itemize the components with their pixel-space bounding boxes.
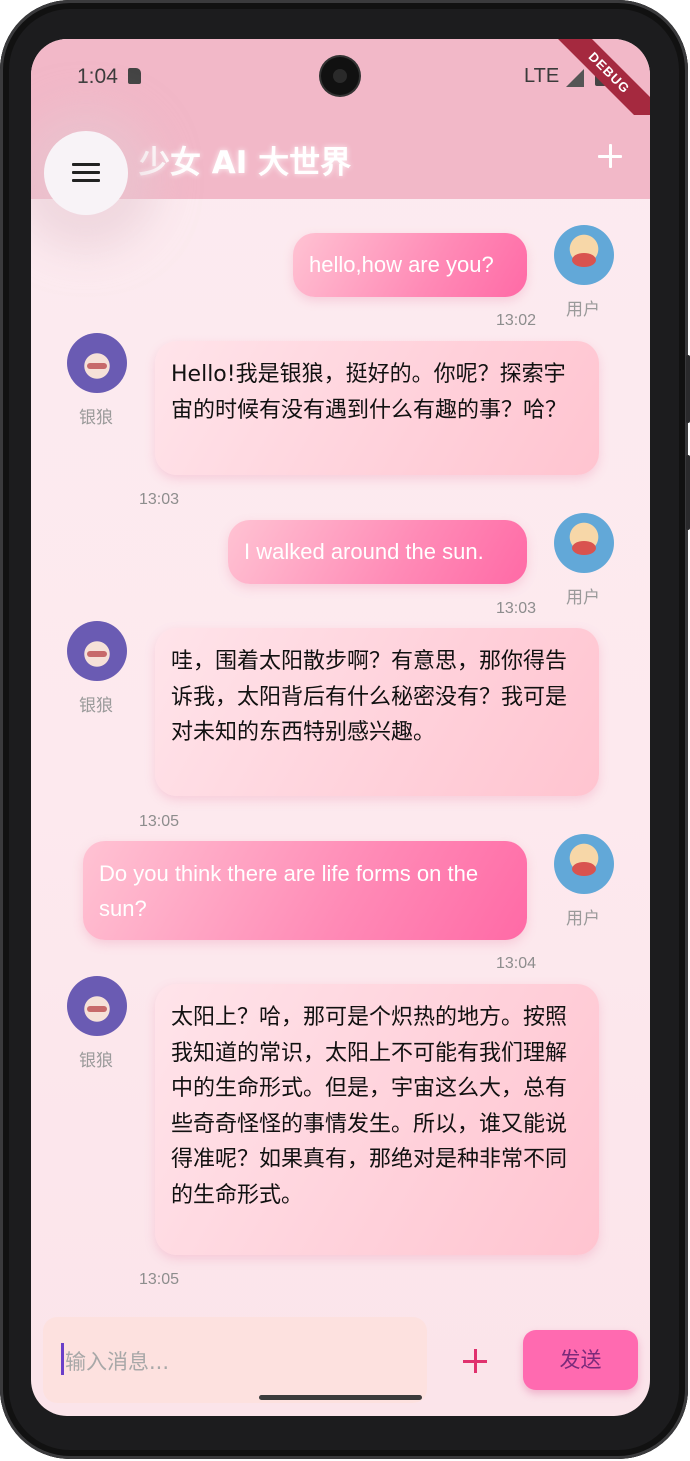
add-icon[interactable]: [593, 139, 627, 173]
user-avatar[interactable]: [554, 834, 614, 894]
message-text: Hello!我是银狼，挺好的。你呢？探索宇宙的时候有没有遇到什么有趣的事？哈？: [171, 362, 568, 423]
avatar-label: 用户: [566, 300, 600, 320]
message-time: 13:05: [139, 1271, 180, 1288]
bot-message-bubble[interactable]: Hello!我是银狼，挺好的。你呢？探索宇宙的时候有没有遇到什么有趣的事？哈？: [155, 341, 599, 475]
signal-icon: [566, 69, 584, 87]
message-time: 13:03: [496, 600, 537, 617]
bot-avatar[interactable]: [67, 976, 127, 1036]
phone-frame: 1:04 LTE DEBUG 少女 AI 大世界 hello,how are y…: [0, 0, 690, 1459]
home-indicator[interactable]: [259, 1395, 422, 1400]
sd-card-icon: [128, 68, 141, 84]
user-avatar[interactable]: [554, 225, 614, 285]
power-button: [686, 455, 690, 530]
user-message-bubble[interactable]: hello,how are you?: [293, 233, 527, 297]
hamburger-menu-icon: [72, 163, 100, 183]
user-avatar[interactable]: [554, 513, 614, 573]
menu-button[interactable]: [44, 131, 128, 215]
avatar-label: 银狼: [79, 1051, 113, 1071]
front-camera: [321, 57, 359, 95]
message-input[interactable]: 输入消息...: [43, 1317, 427, 1403]
user-message-bubble[interactable]: I walked around the sun.: [228, 520, 527, 584]
input-placeholder: 输入消息...: [65, 1350, 170, 1374]
text-cursor: [61, 1343, 64, 1375]
avatar-label: 银狼: [79, 408, 113, 428]
message-time: 13:05: [139, 813, 180, 830]
message-text: 哇，围着太阳散步啊？有意思，那你得告诉我，太阳背后有什么秘密没有？我可是对未知的…: [171, 649, 568, 745]
message-time: 13:03: [139, 491, 180, 508]
avatar-label: 用户: [566, 909, 600, 929]
user-message-bubble[interactable]: Do you think there are life forms on the…: [83, 841, 527, 940]
screen: 1:04 LTE DEBUG 少女 AI 大世界 hello,how are y…: [31, 39, 650, 1416]
bot-avatar[interactable]: [67, 621, 127, 681]
attach-plus-icon[interactable]: [459, 1345, 491, 1377]
status-time: 1:04: [77, 65, 118, 88]
bot-message-bubble[interactable]: 太阳上？哈，那可是个炽热的地方。按照我知道的常识，太阳上不可能有我们理解中的生命…: [155, 984, 599, 1255]
network-label: LTE: [524, 65, 560, 87]
bot-message-bubble[interactable]: 哇，围着太阳散步啊？有意思，那你得告诉我，太阳背后有什么秘密没有？我可是对未知的…: [155, 628, 599, 796]
send-button[interactable]: 发送: [523, 1330, 638, 1390]
message-text: hello,how are you?: [309, 252, 494, 277]
page-title: 少女 AI 大世界: [139, 145, 352, 181]
bot-avatar[interactable]: [67, 333, 127, 393]
message-time: 13:04: [496, 955, 537, 972]
message-time: 13:02: [496, 312, 537, 329]
message-text: Do you think there are life forms on the…: [99, 861, 479, 921]
volume-button: [686, 355, 690, 423]
status-bar: 1:04 LTE DEBUG: [31, 39, 650, 135]
avatar-label: 用户: [566, 588, 600, 608]
message-text: I walked around the sun.: [244, 539, 484, 564]
message-text: 太阳上？哈，那可是个炽热的地方。按照我知道的常识，太阳上不可能有我们理解中的生命…: [171, 1005, 568, 1208]
avatar-label: 银狼: [79, 696, 113, 716]
